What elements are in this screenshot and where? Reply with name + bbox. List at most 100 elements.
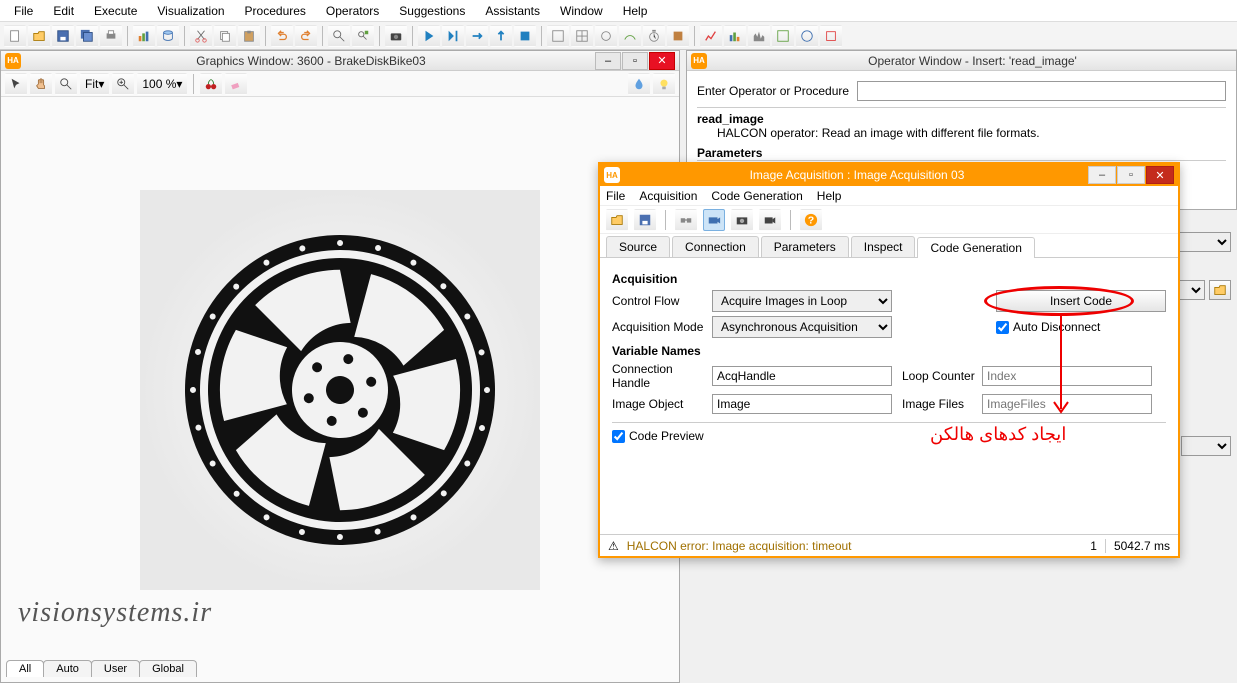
menu-execute[interactable]: Execute [84, 2, 147, 20]
bg-folder-icon[interactable] [1209, 280, 1231, 300]
insert-code-button[interactable]: Insert Code [996, 290, 1166, 312]
tab-source[interactable]: Source [606, 236, 670, 257]
tb-timer-icon[interactable] [643, 25, 665, 47]
control-flow-label: Control Flow [612, 294, 712, 308]
img-obj-label: Image Object [612, 397, 712, 411]
img-obj-input[interactable] [712, 394, 892, 414]
zoom-icon[interactable] [55, 73, 77, 95]
acq-mode-select[interactable]: Asynchronous Acquisition [712, 316, 892, 338]
zoom2-icon[interactable] [112, 73, 134, 95]
tb-gen7-icon[interactable] [796, 25, 818, 47]
tb-db-icon[interactable] [157, 25, 179, 47]
main-toolbar [0, 22, 1237, 50]
loop-counter-label: Loop Counter [902, 369, 982, 383]
loop-counter-input[interactable] [982, 366, 1152, 386]
tb-chart-icon[interactable] [133, 25, 155, 47]
menu-assistants[interactable]: Assistants [475, 2, 550, 20]
control-flow-select[interactable]: Acquire Images in Loop [712, 290, 892, 312]
tb-run-icon[interactable] [418, 25, 440, 47]
bg-combo3[interactable] [1181, 436, 1231, 456]
annotation-text: ایجاد کدهای هالکن [930, 424, 1066, 445]
tb-step-icon[interactable] [442, 25, 464, 47]
hand-icon[interactable] [30, 73, 52, 95]
variable-tabs: All Auto User Global [6, 660, 196, 677]
eraser-icon[interactable] [225, 73, 247, 95]
ia-open-icon[interactable] [606, 209, 628, 231]
tb-saveall-icon[interactable] [76, 25, 98, 47]
ia-close-button[interactable]: ✕ [1146, 166, 1174, 184]
menu-visualization[interactable]: Visualization [147, 2, 234, 20]
menu-help[interactable]: Help [613, 2, 658, 20]
tb-chart2-icon[interactable] [700, 25, 722, 47]
ia-camera-icon[interactable] [703, 209, 725, 231]
tb-open-icon[interactable] [28, 25, 50, 47]
bulb-icon[interactable] [653, 73, 675, 95]
graphics-canvas[interactable] [1, 97, 679, 682]
conn-handle-input[interactable] [712, 366, 892, 386]
ia-minimize-button[interactable]: – [1088, 166, 1116, 184]
menu-edit[interactable]: Edit [43, 2, 84, 20]
tb-stop-icon[interactable] [514, 25, 536, 47]
tb-gen6-icon[interactable] [772, 25, 794, 47]
menu-file[interactable]: File [4, 2, 43, 20]
ia-menu-file[interactable]: File [606, 189, 625, 203]
tb-new-icon[interactable] [4, 25, 26, 47]
tb-stepout-icon[interactable] [490, 25, 512, 47]
vartab-auto[interactable]: Auto [43, 660, 92, 677]
tb-print-icon[interactable] [100, 25, 122, 47]
menu-window[interactable]: Window [550, 2, 613, 20]
ia-maximize-button[interactable]: ▫ [1117, 166, 1145, 184]
maximize-button[interactable]: ▫ [622, 52, 648, 70]
tb-stepover-icon[interactable] [466, 25, 488, 47]
ia-menu-codegen[interactable]: Code Generation [711, 189, 802, 203]
tab-inspect[interactable]: Inspect [851, 236, 916, 257]
ia-snap-icon[interactable] [731, 209, 753, 231]
vartab-global[interactable]: Global [139, 660, 197, 677]
tb-camera-icon[interactable] [385, 25, 407, 47]
tb-gen8-icon[interactable] [820, 25, 842, 47]
enter-op-input[interactable] [857, 81, 1226, 101]
ia-live-icon[interactable] [759, 209, 781, 231]
tab-code-generation[interactable]: Code Generation [917, 237, 1034, 258]
tb-chart3-icon[interactable] [724, 25, 746, 47]
tb-gen2-icon[interactable] [571, 25, 593, 47]
fit-button[interactable]: Fit ▾ [80, 73, 109, 95]
tb-undo-icon[interactable] [271, 25, 293, 47]
cherry-icon[interactable] [200, 73, 222, 95]
image-files-input[interactable] [982, 394, 1152, 414]
tb-redo-icon[interactable] [295, 25, 317, 47]
tb-save-icon[interactable] [52, 25, 74, 47]
tb-hist-icon[interactable] [748, 25, 770, 47]
menu-suggestions[interactable]: Suggestions [389, 2, 475, 20]
pointer-icon[interactable] [5, 73, 27, 95]
ia-menu-acquisition[interactable]: Acquisition [639, 189, 697, 203]
vartab-all[interactable]: All [6, 660, 44, 677]
menu-operators[interactable]: Operators [316, 2, 389, 20]
minimize-button[interactable]: – [595, 52, 621, 70]
ia-titlebar[interactable]: HA Image Acquisition : Image Acquisition… [600, 164, 1178, 186]
tb-gen4-icon[interactable] [619, 25, 641, 47]
auto-disconnect-checkbox[interactable]: Auto Disconnect [996, 320, 1166, 334]
tab-connection[interactable]: Connection [672, 236, 759, 257]
tab-parameters[interactable]: Parameters [761, 236, 849, 257]
tb-paste-icon[interactable] [238, 25, 260, 47]
vartab-user[interactable]: User [91, 660, 140, 677]
code-preview-checkbox[interactable]: Code Preview [612, 429, 704, 443]
tb-copy-icon[interactable] [214, 25, 236, 47]
ia-content: Acquisition Control Flow Acquire Images … [600, 258, 1178, 534]
tb-find-icon[interactable] [328, 25, 350, 47]
tb-cut-icon[interactable] [190, 25, 212, 47]
ia-save-icon[interactable] [634, 209, 656, 231]
tb-gen5-icon[interactable] [667, 25, 689, 47]
menu-procedures[interactable]: Procedures [235, 2, 316, 20]
close-button[interactable]: ✕ [649, 52, 675, 70]
ia-connect-icon[interactable] [675, 209, 697, 231]
tb-gen1-icon[interactable] [547, 25, 569, 47]
tb-replace-icon[interactable] [352, 25, 374, 47]
ia-menu-help[interactable]: Help [817, 189, 842, 203]
tb-gen3-icon[interactable] [595, 25, 617, 47]
zoom-percent[interactable]: 100 % ▾ [137, 73, 187, 95]
params-header: Parameters [697, 140, 1226, 161]
ia-help-icon[interactable]: ? [800, 209, 822, 231]
drop-icon[interactable] [628, 73, 650, 95]
